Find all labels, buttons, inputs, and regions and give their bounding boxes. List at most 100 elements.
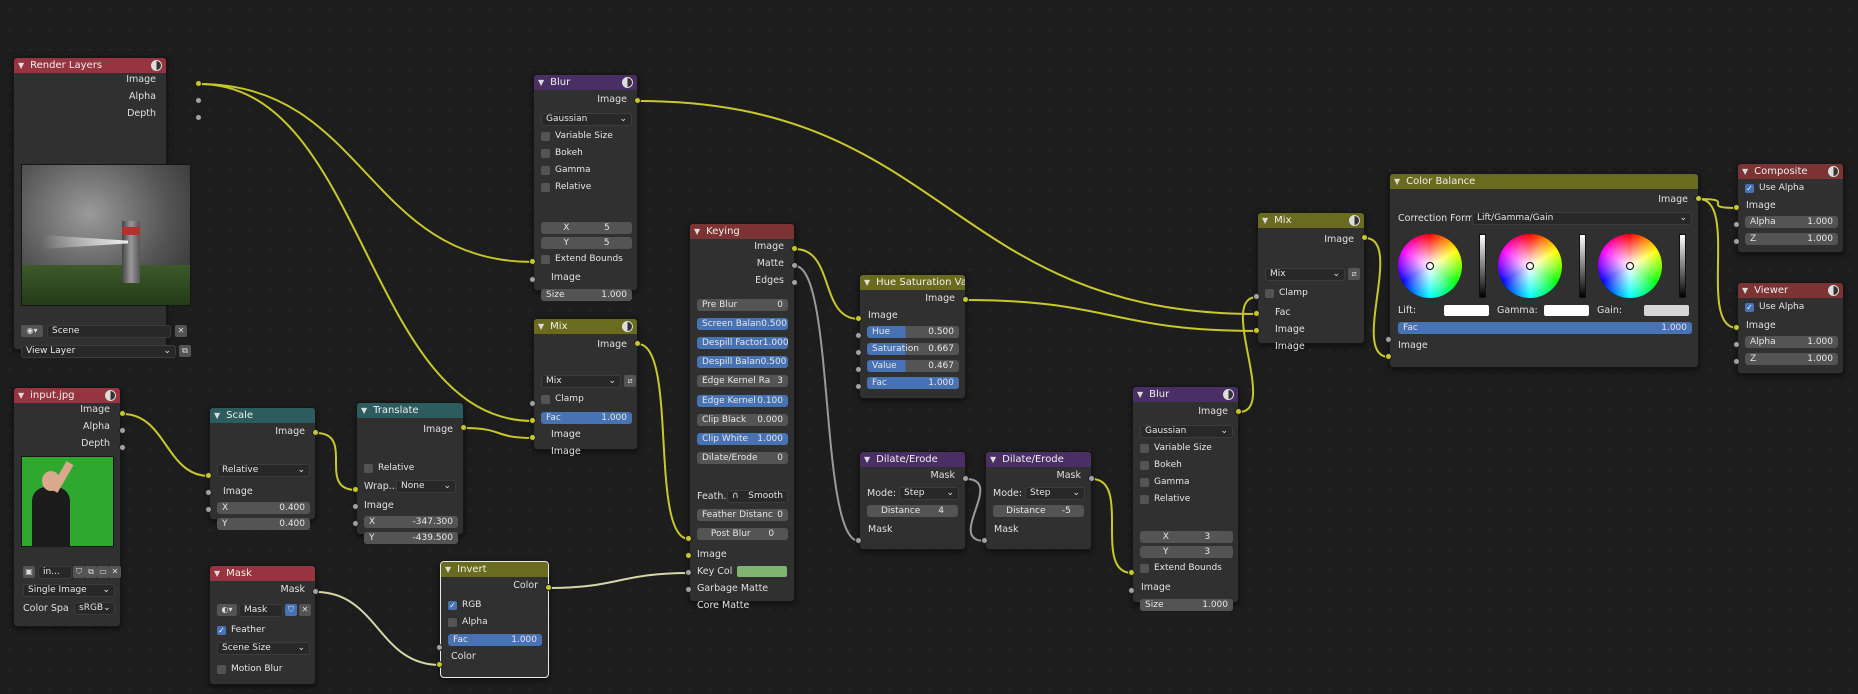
socket[interactable] <box>634 340 641 347</box>
gamma-value-slider[interactable] <box>1579 234 1586 298</box>
collapse-icon[interactable]: ▼ <box>18 61 24 70</box>
mode-select[interactable]: Step ⌄ <box>899 487 959 500</box>
gain-value-slider[interactable] <box>1679 234 1686 298</box>
socket[interactable] <box>685 552 692 559</box>
gamma-color-wheel[interactable] <box>1498 234 1562 298</box>
socket[interactable] <box>352 486 359 493</box>
rgb-checkbox[interactable]: ✓ RGB <box>448 599 481 611</box>
image-browse-icon[interactable]: ▣ <box>23 566 35 578</box>
socket[interactable] <box>1733 341 1740 348</box>
node-header[interactable]: ▼ Scale <box>210 408 315 423</box>
socket[interactable] <box>312 588 319 595</box>
render-icon[interactable] <box>622 321 633 332</box>
collapse-icon[interactable]: ▼ <box>1742 286 1748 295</box>
blend-mode-select[interactable]: Mix ⌄ <box>541 375 621 388</box>
lift-color-swatch[interactable] <box>1444 305 1489 316</box>
node-header[interactable]: ▼ Color Balance <box>1390 174 1698 189</box>
mix-node-1[interactable]: ▼ Mix Image Mix ⌄ ⧄ Clamp Fac 1.000 Image I… <box>533 318 638 457</box>
size-source-select[interactable]: Scene Size ⌄ <box>217 642 310 655</box>
size-field[interactable]: Size 1.000 <box>1140 599 1233 611</box>
node-header[interactable]: ▼ Mask <box>210 566 315 581</box>
clamp-checkbox[interactable]: Clamp <box>1265 287 1308 299</box>
socket[interactable] <box>1361 234 1368 241</box>
socket[interactable] <box>1253 293 1260 300</box>
filter-select[interactable]: Gaussian ⌄ <box>1140 425 1233 438</box>
socket[interactable] <box>545 584 552 591</box>
distance-field[interactable]: Distance 4 <box>867 505 958 517</box>
keying-field-0[interactable]: Pre Blur 0 <box>697 299 788 311</box>
socket[interactable] <box>529 276 536 283</box>
keying-node[interactable]: ▼ Keying Image Matte Edges Pre Blur 0 Scree… <box>689 223 795 611</box>
socket[interactable] <box>1733 221 1740 228</box>
socket[interactable] <box>1128 587 1135 594</box>
hue-saturation-value-node[interactable]: ▼ Hue Saturation Value Image Image Hue 0.5… <box>859 274 966 399</box>
socket[interactable] <box>634 97 641 104</box>
collapse-icon[interactable]: ▼ <box>538 78 544 87</box>
socket[interactable] <box>195 114 202 121</box>
composite-node[interactable]: ▼ Composite ✓ Use Alpha Image Alpha 1.000 Z… <box>1737 163 1844 253</box>
blur-y-field[interactable]: Y5 <box>541 237 632 249</box>
use-alpha-icon[interactable]: ⧄ <box>1348 268 1360 280</box>
socket[interactable] <box>529 417 536 424</box>
extend-bounds-checkbox[interactable]: Extend Bounds <box>1140 562 1222 574</box>
use-alpha-icon[interactable]: ⧄ <box>624 375 636 387</box>
fac-field[interactable]: Fac 1.000 <box>1398 322 1692 334</box>
alpha-field[interactable]: Alpha 1.000 <box>1745 336 1838 348</box>
keying-field-8[interactable]: Dilate/Erode 0 <box>697 452 788 464</box>
shield-icon[interactable]: ⛉ <box>285 604 297 616</box>
image-node[interactable]: ▼ input.jpg Image Alpha Depth ▣ in... ⛉ ⧉… <box>13 387 121 627</box>
socket[interactable] <box>1235 408 1242 415</box>
socket[interactable] <box>205 506 212 513</box>
keying-field-1[interactable]: Screen Balan 0.500 <box>697 318 788 330</box>
hsv-field-3[interactable]: Fac 1.000 <box>867 377 959 389</box>
hsv-field-2[interactable]: Value 0.467 <box>867 360 959 372</box>
distance-field[interactable]: Distance -5 <box>993 505 1084 517</box>
filter-select[interactable]: Gaussian ⌄ <box>541 113 632 126</box>
relative-checkbox[interactable]: Relative <box>541 181 591 193</box>
fac-field[interactable]: Fac 1.000 <box>541 412 632 424</box>
feather-distance-field[interactable]: Feather Distanc 0 <box>697 509 788 521</box>
collapse-icon[interactable]: ▼ <box>214 411 220 420</box>
viewer-node[interactable]: ▼ Viewer ✓ Use Alpha Image Alpha 1.000 Z 1.0… <box>1737 282 1844 374</box>
blur-node-2[interactable]: ▼ Blur Image Gaussian ⌄ Variable Size Boke… <box>1132 386 1239 611</box>
socket[interactable] <box>962 475 969 482</box>
alpha-checkbox[interactable]: Alpha <box>448 616 488 628</box>
socket[interactable] <box>855 383 862 390</box>
collapse-icon[interactable]: ▼ <box>1394 177 1400 186</box>
socket[interactable] <box>1733 204 1740 211</box>
mode-select[interactable]: Step ⌄ <box>1025 487 1085 500</box>
render-icon[interactable] <box>1828 285 1839 296</box>
socket[interactable] <box>205 489 212 496</box>
socket[interactable] <box>529 434 536 441</box>
socket[interactable] <box>855 537 862 544</box>
fac-field[interactable]: Fac 1.000 <box>448 634 542 646</box>
use-alpha-checkbox[interactable]: ✓ Use Alpha <box>1745 301 1804 313</box>
socket[interactable] <box>855 349 862 356</box>
socket[interactable] <box>1253 310 1260 317</box>
variable-size-checkbox[interactable]: Variable Size <box>541 130 613 142</box>
mask-name-field[interactable]: Mask <box>239 604 283 617</box>
lift-value-slider[interactable] <box>1479 234 1486 298</box>
socket[interactable] <box>119 444 126 451</box>
translate-node[interactable]: ▼ Translate Image Relative Wrap... None ⌄ … <box>356 402 464 544</box>
collapse-icon[interactable]: ▼ <box>864 278 870 287</box>
socket[interactable] <box>855 332 862 339</box>
socket[interactable] <box>685 535 692 542</box>
socket[interactable] <box>685 586 692 593</box>
socket[interactable] <box>352 520 359 527</box>
socket[interactable] <box>1088 475 1095 482</box>
socket[interactable] <box>791 262 798 269</box>
render-layer-icon[interactable]: ⧉ <box>179 345 191 357</box>
scene-field[interactable]: Scene <box>47 325 171 338</box>
node-header[interactable]: ▼ Blur <box>1133 387 1238 402</box>
blur-x-field[interactable]: X5 <box>541 222 632 234</box>
node-header[interactable]: ▼ Viewer <box>1738 283 1843 298</box>
view-layer-select[interactable]: View Layer ⌄ <box>21 345 176 358</box>
socket[interactable] <box>119 410 126 417</box>
render-icon[interactable] <box>1828 166 1839 177</box>
keying-field-3[interactable]: Despill Balan 0.500 <box>697 356 788 368</box>
bokeh-checkbox[interactable]: Bokeh <box>1140 459 1182 471</box>
node-header[interactable]: ▼ Dilate/Erode <box>986 452 1091 467</box>
socket[interactable] <box>1733 358 1740 365</box>
socket[interactable] <box>855 366 862 373</box>
